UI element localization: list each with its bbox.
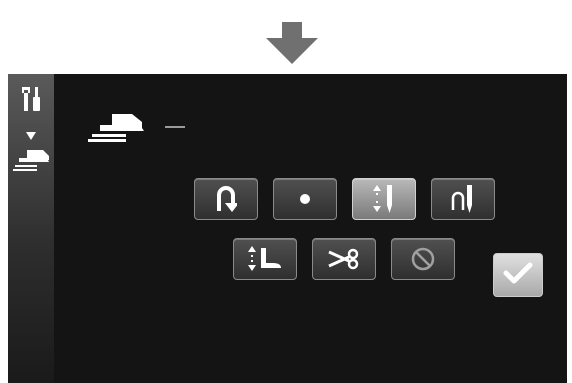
needle-position-icon <box>450 184 476 214</box>
needle-up-down-button[interactable] <box>352 178 416 220</box>
checkmark-icon <box>503 261 533 289</box>
tools-icon[interactable] <box>21 86 43 116</box>
presser-foot-lift-button[interactable] <box>233 238 297 280</box>
foot-pedal-icon[interactable] <box>13 146 51 176</box>
foot-pedal-icon <box>86 112 156 146</box>
dot-icon <box>299 193 311 205</box>
prohibited-icon <box>410 246 436 272</box>
scissors-icon <box>327 246 361 272</box>
reverse-stitch-button[interactable] <box>194 178 258 220</box>
connector-line <box>165 126 185 128</box>
chevron-down-small-icon <box>25 126 37 145</box>
single-stitch-button[interactable] <box>273 178 337 220</box>
needle-position-button[interactable] <box>431 178 495 220</box>
u-turn-arrow-icon <box>215 185 237 213</box>
confirm-button[interactable] <box>493 253 543 297</box>
presser-foot-up-down-icon <box>247 245 283 273</box>
no-function-button[interactable] <box>391 238 455 280</box>
down-arrow-icon <box>262 22 322 66</box>
sidebar <box>8 74 54 383</box>
needle-up-down-icon <box>371 184 397 214</box>
thread-cut-button[interactable] <box>312 238 376 280</box>
